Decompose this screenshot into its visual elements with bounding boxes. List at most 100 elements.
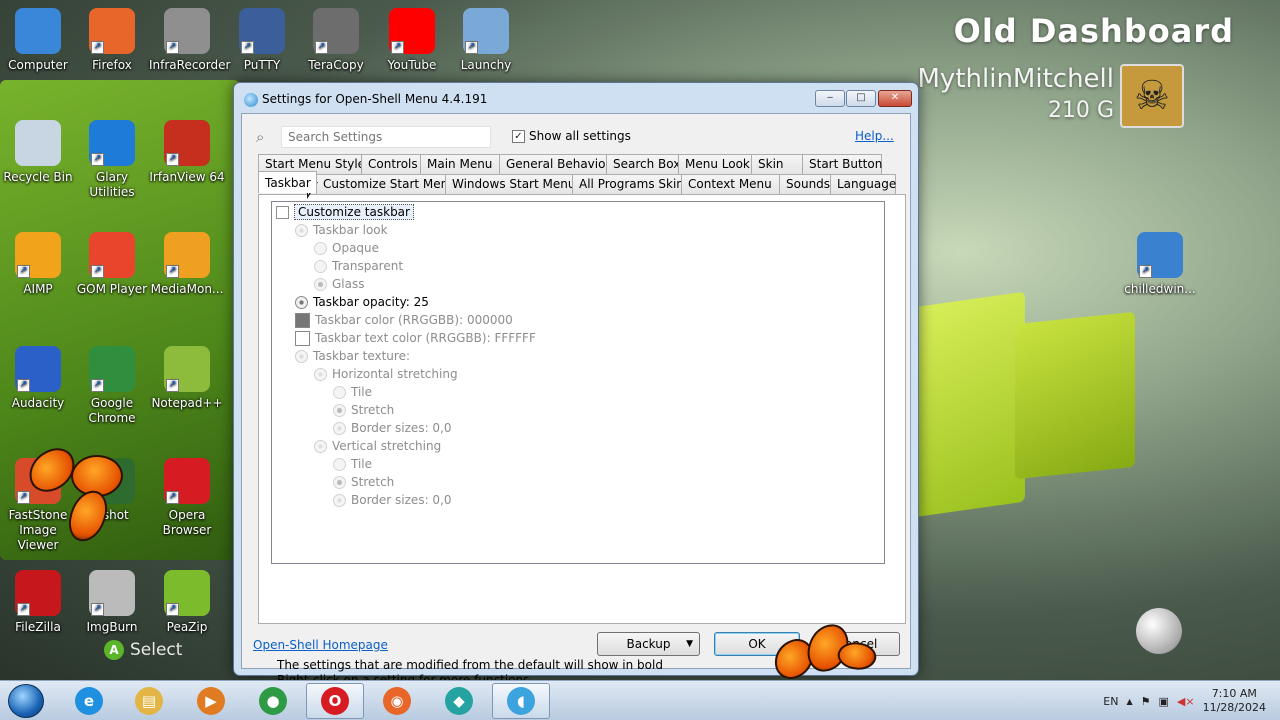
minimize-button[interactable]: ‒ — [815, 90, 845, 107]
internet-explorer-icon: e — [75, 687, 103, 715]
tree-item[interactable]: Opaque — [314, 239, 379, 257]
tree-item[interactable]: Border sizes: 0,0 — [333, 419, 452, 437]
taskbar-firefox[interactable]: ◉ — [368, 683, 426, 719]
tree-item[interactable]: Vertical stretching — [314, 437, 441, 455]
tree-item[interactable]: Taskbar color (RRGGBB): 000000 — [295, 311, 513, 329]
open-shell-icon: ◖ — [507, 687, 535, 715]
start-button-icon[interactable] — [8, 684, 44, 718]
opera-icon: ↗ — [164, 458, 210, 504]
desktop-icon-label: Launchy — [460, 58, 512, 72]
tree-item-label: Vertical stretching — [332, 439, 442, 453]
tab-search-box[interactable]: Search Box — [606, 154, 680, 174]
setting-group-icon — [295, 349, 308, 363]
shortcut-arrow-icon: ↗ — [391, 41, 404, 54]
desktop-icon[interactable]: ↗ YouTube — [374, 8, 450, 73]
tab-controls[interactable]: Controls — [361, 154, 421, 174]
desktop-icon[interactable]: Recycle Bin — [0, 120, 76, 185]
tree-item[interactable]: Customize taskbar — [276, 203, 414, 221]
taskbar-open-shell[interactable]: ◖ — [492, 683, 550, 719]
tab-start-button[interactable]: Start Button — [802, 154, 882, 174]
taskbar-opera[interactable]: O — [306, 683, 364, 719]
search-icon: ⌕ — [256, 128, 265, 146]
backup-button[interactable]: Backup ▼ — [597, 632, 700, 656]
search-input[interactable] — [281, 126, 491, 148]
taskbar-chat[interactable]: ◆ — [430, 683, 488, 719]
language-indicator[interactable]: EN — [1103, 695, 1118, 708]
tree-item[interactable]: Transparent — [314, 257, 403, 275]
action-center-flag-icon[interactable]: ⚑ — [1141, 695, 1151, 708]
desktop-icon-label: AIMP — [23, 282, 53, 296]
desktop-icon[interactable]: ↗ ImgBurn — [74, 570, 150, 635]
help-link[interactable]: Help... — [855, 129, 894, 143]
tree-item[interactable]: Taskbar texture: — [295, 347, 410, 365]
desktop-icon[interactable]: ↗ InfraRecorder — [149, 8, 231, 73]
desktop-icon[interactable]: ↗ FileZilla — [0, 570, 76, 635]
tray-overflow-icon[interactable]: ▲ — [1126, 697, 1132, 706]
maximize-button[interactable]: □ — [846, 90, 876, 107]
tree-item[interactable]: Stretch — [333, 401, 394, 419]
desktop-icon[interactable]: ↗ Opera Browser — [149, 458, 225, 538]
network-icon[interactable]: ▣ — [1159, 695, 1169, 708]
desktop-icon[interactable]: ↗ Glary Utilities — [74, 120, 150, 200]
setting-group-icon — [295, 295, 308, 309]
tab-context-menu[interactable]: Context Menu — [681, 174, 780, 194]
taskbar-internet-explorer[interactable]: e — [60, 683, 118, 719]
show-all-settings[interactable]: ✓ Show all settings — [512, 129, 631, 143]
tree-item[interactable]: Stretch — [333, 473, 394, 491]
shortcut-arrow-icon: ↗ — [166, 41, 179, 54]
desktop-icon[interactable]: ↗ IrfanView 64 — [149, 120, 225, 185]
tab-skin[interactable]: Skin — [751, 154, 803, 174]
desktop-icon[interactable]: ↗ chilledwin... — [1122, 232, 1198, 297]
tab-main-menu[interactable]: Main Menu — [420, 154, 500, 174]
tab-windows-start-menu[interactable]: Windows Start Menu — [445, 174, 575, 194]
tree-item-label: Stretch — [351, 403, 395, 417]
desktop-icon[interactable]: ↗ Google Chrome — [74, 346, 150, 426]
title-bar[interactable]: Settings for Open-Shell Menu 4.4.191 ‒ □… — [234, 83, 918, 113]
desktop-icon[interactable]: ↗ MediaMon... — [149, 232, 225, 297]
tree-item[interactable]: Horizontal stretching — [314, 365, 458, 383]
tab-menu-look[interactable]: Menu Look — [678, 154, 752, 174]
tree-item[interactable]: Tile — [333, 383, 372, 401]
taskbar-file-explorer[interactable]: ▤ — [120, 683, 178, 719]
desktop-icon[interactable]: ↗ GOM Player — [74, 232, 150, 297]
tree-item[interactable]: Border sizes: 0,0 — [333, 491, 452, 509]
show-all-checkbox[interactable]: ✓ — [512, 129, 525, 143]
desktop-icon[interactable]: ↗ Notepad++ — [149, 346, 225, 411]
tab-general-behavior[interactable]: General Behavior — [499, 154, 610, 174]
shortcut-arrow-icon: ↗ — [91, 41, 104, 54]
tree-item[interactable]: Taskbar look — [295, 221, 388, 239]
desktop-icon[interactable]: ↗ Launchy — [448, 8, 524, 73]
desktop-icon[interactable]: ↗ PuTTY — [224, 8, 300, 73]
butterfly-icon — [769, 622, 880, 683]
chrome-icon: ↗ — [89, 346, 135, 392]
tab-all-programs-skin[interactable]: All Programs Skin — [572, 174, 684, 194]
desktop-icon-label: PeaZip — [166, 620, 208, 634]
desktop-icon[interactable]: ↗ TeraCopy — [298, 8, 374, 73]
tab-customize-start-menu[interactable]: Customize Start Menu — [316, 174, 456, 194]
close-button[interactable]: ✕ — [878, 90, 912, 107]
clock-time: 7:10 AM — [1211, 687, 1257, 700]
desktop-icon[interactable]: ↗ Audacity — [0, 346, 76, 411]
opera-icon: O — [321, 687, 349, 715]
tree-item[interactable]: Glass — [314, 275, 365, 293]
volume-muted-icon[interactable]: ◀× — [1177, 695, 1195, 708]
open-shell-homepage-link[interactable]: Open-Shell Homepage — [253, 638, 388, 652]
tab-sounds[interactable]: Sounds — [779, 174, 831, 194]
taskbar-media-player[interactable]: ▶ — [182, 683, 240, 719]
settings-tree[interactable]: Customize taskbar Taskbar look Opaque Trans… — [271, 201, 885, 564]
putty-icon: ↗ — [239, 8, 285, 54]
taskbar-chrome[interactable]: ● — [244, 683, 302, 719]
tree-item[interactable]: Taskbar opacity: 25 — [295, 293, 429, 311]
tab-row-2: Taskbar Customize Start Menu Windows Start… — [258, 171, 896, 194]
desktop-icon[interactable]: ↗ AIMP — [0, 232, 76, 297]
tab-taskbar[interactable]: Taskbar — [258, 171, 317, 193]
desktop-icon-label: InfraRecorder — [149, 58, 231, 72]
tree-item[interactable]: Taskbar text color (RRGGBB): FFFFFF — [295, 329, 536, 347]
clock[interactable]: 7:10 AM 11/28/2024 — [1203, 687, 1266, 715]
desktop-icon[interactable]: ↗ Firefox — [74, 8, 150, 73]
tab-language[interactable]: Language — [830, 174, 896, 194]
desktop-icon[interactable]: ↗ PeaZip — [149, 570, 225, 635]
desktop-icon[interactable]: Computer — [0, 8, 76, 73]
tree-item[interactable]: Tile — [333, 455, 372, 473]
computer-icon — [15, 8, 61, 54]
